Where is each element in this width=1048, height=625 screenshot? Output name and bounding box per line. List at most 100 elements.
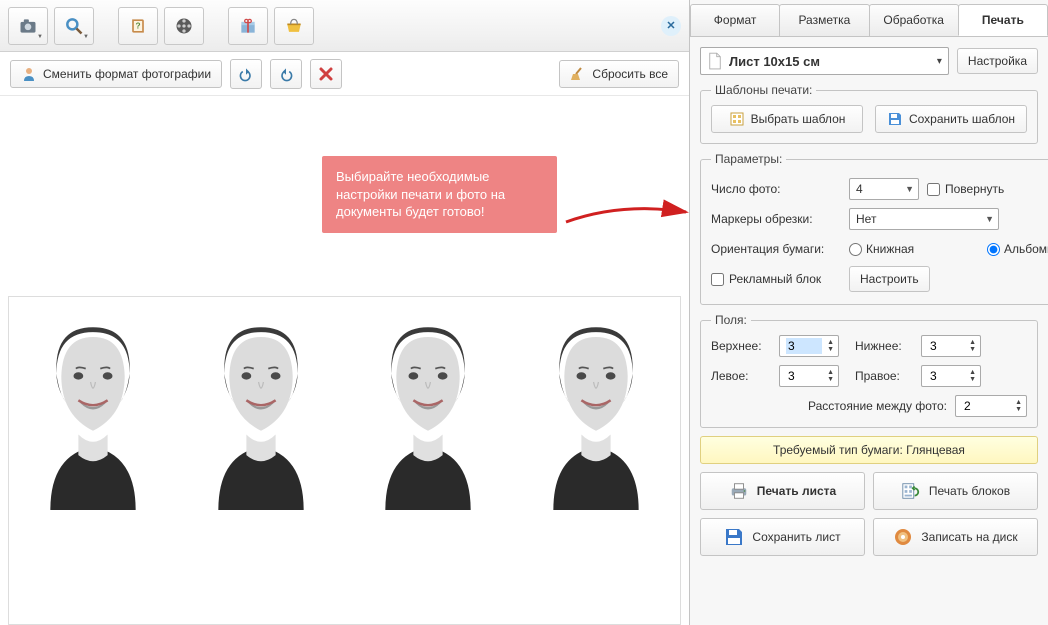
sheet-settings-label: Настройка [968, 54, 1027, 68]
rotate-right-icon [278, 66, 294, 82]
chevron-down-icon: ▾ [937, 56, 942, 67]
ad-configure-button[interactable]: Настроить [849, 266, 930, 292]
sheet-settings-button[interactable]: Настройка [957, 48, 1038, 74]
crop-markers-label: Маркеры обрезки: [711, 212, 841, 226]
preview-photo [353, 315, 503, 510]
reset-all-button[interactable]: Сбросить все [559, 60, 679, 88]
side-tabs: Формат Разметка Обработка Печать [690, 0, 1048, 37]
basket-icon [284, 16, 304, 36]
orientation-landscape-radio[interactable]: Альбомная [987, 242, 1048, 256]
save-template-label: Сохранить шаблон [909, 112, 1015, 126]
templates-legend: Шаблоны печати: [711, 83, 816, 97]
sheet-size-select[interactable]: Лист 10х15 см ▾ [700, 47, 949, 75]
rotate-left-button[interactable] [230, 59, 262, 89]
reset-all-label: Сбросить все [592, 67, 668, 81]
orientation-label: Ориентация бумаги: [711, 242, 841, 256]
chevron-down-icon: ▼ [37, 34, 43, 40]
print-sheet-label: Печать листа [757, 484, 836, 498]
callout-area: Выбирайте необходимые настройки печати и… [0, 96, 689, 296]
spinner-icon[interactable]: ▲▼ [969, 339, 976, 353]
preview-photo [186, 315, 336, 510]
photo-count-select[interactable]: 4 ▼ [849, 178, 919, 200]
tab-processing[interactable]: Обработка [869, 4, 959, 36]
rotate-checkbox[interactable]: Повернуть [927, 182, 1048, 196]
gift-box-icon [238, 16, 258, 36]
templates-group: Шаблоны печати: Выбрать шаблон Сохранить… [700, 83, 1038, 144]
photo-spacing-input[interactable]: ▲▼ [955, 395, 1027, 417]
toolbar-help-button[interactable]: ? [118, 7, 158, 45]
photo-count-value: 4 [856, 182, 863, 196]
tab-layout[interactable]: Разметка [779, 4, 869, 36]
save-template-button[interactable]: Сохранить шаблон [875, 105, 1027, 133]
rotate-checkbox-input[interactable] [927, 183, 940, 196]
toolbar-basket-button[interactable] [274, 7, 314, 45]
magnifier-icon [64, 16, 84, 36]
margin-right-input[interactable]: ▲▼ [921, 365, 981, 387]
ad-configure-label: Настроить [860, 272, 919, 286]
action-buttons: Печать листа Печать блоков Сохранить лис… [700, 472, 1038, 556]
camera-icon [18, 16, 38, 36]
delete-button[interactable] [310, 59, 342, 89]
close-icon: ✕ [666, 19, 675, 32]
toolbar-video-button[interactable] [164, 7, 204, 45]
margin-bottom-input[interactable]: ▲▼ [921, 335, 981, 357]
panel-close-button[interactable]: ✕ [661, 16, 681, 36]
margin-left-field[interactable] [786, 368, 822, 384]
choose-template-button[interactable]: Выбрать шаблон [711, 105, 863, 133]
margins-legend: Поля: [711, 313, 751, 327]
printer-icon [729, 481, 749, 501]
toolbar-camera-button[interactable]: ▼ [8, 7, 48, 45]
change-format-button[interactable]: Сменить формат фотографии [10, 60, 222, 88]
burn-disc-button[interactable]: Записать на диск [873, 518, 1038, 556]
margin-bottom-label: Нижнее: [855, 339, 915, 353]
page-icon [707, 53, 723, 69]
params-legend: Параметры: [711, 152, 786, 166]
margin-right-label: Правое: [855, 369, 915, 383]
orientation-landscape-text: Альбомная [1004, 242, 1048, 256]
crop-markers-value: Нет [856, 212, 876, 226]
photo-count-label: Число фото: [711, 182, 841, 196]
template-open-icon [729, 111, 745, 127]
sub-toolbar: Сменить формат фотографии [0, 52, 689, 96]
spinner-icon[interactable]: ▲▼ [827, 339, 834, 353]
margin-top-label: Верхнее: [711, 339, 773, 353]
margin-top-field[interactable] [786, 338, 822, 354]
print-sheet-button[interactable]: Печать листа [700, 472, 865, 510]
preview-photo [18, 315, 168, 510]
margin-top-input[interactable]: ▲▼ [779, 335, 839, 357]
margin-right-field[interactable] [928, 368, 964, 384]
margin-bottom-field[interactable] [928, 338, 964, 354]
hint-callout: Выбирайте необходимые настройки печати и… [322, 156, 557, 233]
tab-format[interactable]: Формат [690, 4, 780, 36]
rotate-right-button[interactable] [270, 59, 302, 89]
rotate-left-icon [238, 66, 254, 82]
orientation-landscape-input[interactable] [987, 243, 1000, 256]
delete-x-icon [318, 66, 334, 82]
ad-block-checkbox-input[interactable] [711, 273, 724, 286]
photo-spacing-field[interactable] [962, 398, 998, 414]
floppy-icon [724, 527, 744, 547]
crop-markers-select[interactable]: Нет ▼ [849, 208, 999, 230]
tab-print[interactable]: Печать [958, 4, 1048, 36]
margin-left-input[interactable]: ▲▼ [779, 365, 839, 387]
spinner-icon[interactable]: ▲▼ [1015, 399, 1022, 413]
margins-group: Поля: Верхнее: ▲▼ Нижнее: ▲▼ Левое: [700, 313, 1038, 428]
change-format-label: Сменить формат фотографии [43, 67, 211, 81]
orientation-portrait-input[interactable] [849, 243, 862, 256]
ad-block-checkbox[interactable]: Рекламный блок [711, 272, 841, 286]
ad-block-label: Рекламный блок [729, 272, 821, 286]
spinner-icon[interactable]: ▲▼ [827, 369, 834, 383]
print-blocks-button[interactable]: Печать блоков [873, 472, 1038, 510]
save-sheet-button[interactable]: Сохранить лист [700, 518, 865, 556]
spinner-icon[interactable]: ▲▼ [969, 369, 976, 383]
chevron-down-icon: ▼ [905, 184, 914, 194]
red-arrow-icon [562, 198, 692, 234]
hint-text: Выбирайте необходимые настройки печати и… [336, 169, 505, 219]
toolbar-gift-button[interactable] [228, 7, 268, 45]
orientation-portrait-radio[interactable]: Книжная [849, 242, 979, 256]
chevron-down-icon: ▼ [985, 214, 994, 224]
chevron-down-icon: ▼ [83, 34, 89, 40]
save-icon [887, 111, 903, 127]
toolbar-search-button[interactable]: ▼ [54, 7, 94, 45]
svg-text:?: ? [135, 20, 140, 30]
